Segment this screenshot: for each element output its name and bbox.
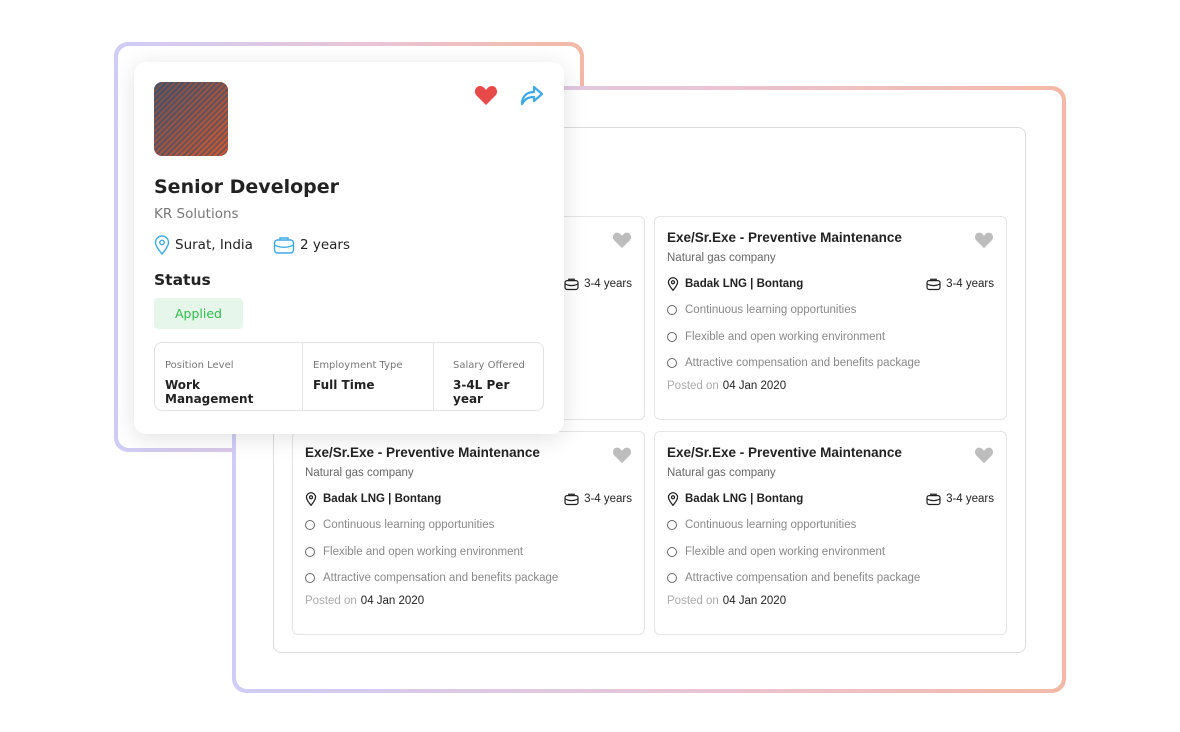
company-logo [154,82,228,156]
heart-icon[interactable] [974,446,994,469]
perk-item: Attractive compensation and benefits pac… [667,350,994,377]
perk-item: Attractive compensation and benefits pac… [305,565,632,592]
location: Surat, India [175,237,253,253]
job-card[interactable]: Exe/Sr.Exe - Preventive Maintenance Natu… [654,431,1007,635]
detail-label: Employment Type [313,360,403,371]
posted-date: 04 Jan 2020 [722,379,787,392]
circle-bullet-icon [667,520,677,531]
posted-label: Posted on [667,379,719,392]
status-badge: Applied [154,298,243,329]
job-title: Senior Developer [154,176,339,198]
posted-date: 04 Jan 2020 [722,594,787,607]
briefcase-icon [564,278,579,291]
perk-item: Continuous learning opportunities [667,297,994,324]
perk-item: Flexible and open working environment [667,324,994,351]
location-pin-icon [667,492,679,506]
job-details-table: Position Level Work Management Employment… [154,342,544,411]
perk-item: Attractive compensation and benefits pac… [667,565,994,592]
share-icon[interactable] [520,84,544,110]
experience: 2 years [299,237,351,253]
experience: 3-4 years [584,493,632,505]
featured-job-card[interactable]: Senior Developer KR Solutions Surat, Ind… [134,62,564,434]
detail-value: Work Management [165,378,254,406]
heart-icon[interactable] [974,231,994,254]
heart-icon[interactable] [612,231,632,254]
experience: 3-4 years [584,278,632,290]
circle-bullet-icon [305,546,315,557]
job-card[interactable]: Exe/Sr.Exe - Preventive Maintenance Natu… [292,431,645,635]
experience: 3-4 years [946,278,994,290]
perk-item: Flexible and open working environment [667,539,994,566]
circle-bullet-icon [305,520,315,531]
company-name: Natural gas company [305,467,414,479]
location-pin-icon [305,492,317,506]
posted-label: Posted on [667,594,719,607]
location: Badak LNG | Bontang [685,493,804,505]
perk-item: Continuous learning opportunities [305,512,632,539]
company-name: KR Solutions [154,206,239,222]
job-title: Exe/Sr.Exe - Preventive Maintenance [305,445,540,460]
circle-bullet-icon [667,305,677,316]
detail-value: 3-4L Per year [453,378,510,406]
job-title: Exe/Sr.Exe - Preventive Maintenance [667,230,902,245]
briefcase-icon [926,278,941,291]
status-heading: Status [154,271,211,289]
location-pin-icon [154,235,170,255]
circle-bullet-icon [667,358,677,369]
perk-item: Continuous learning opportunities [667,512,994,539]
perk-item: Flexible and open working environment [305,539,632,566]
experience: 3-4 years [946,493,994,505]
briefcase-icon [564,493,579,506]
company-name: Natural gas company [667,252,776,264]
location: Badak LNG | Bontang [685,278,804,290]
job-card[interactable]: Exe/Sr.Exe - Preventive Maintenance Natu… [654,216,1007,420]
circle-bullet-icon [667,573,677,584]
briefcase-icon [273,237,295,254]
heart-icon[interactable] [474,84,498,110]
circle-bullet-icon [667,546,677,557]
location: Badak LNG | Bontang [323,493,442,505]
company-name: Natural gas company [667,467,776,479]
detail-label: Salary Offered [453,360,525,371]
posted-date: 04 Jan 2020 [360,594,425,607]
posted-label: Posted on [305,594,357,607]
location-pin-icon [667,277,679,291]
circle-bullet-icon [305,573,315,584]
detail-value: Full Time [313,378,375,392]
job-title: Exe/Sr.Exe - Preventive Maintenance [667,445,902,460]
detail-label: Position Level [165,360,234,371]
heart-icon[interactable] [612,446,632,469]
briefcase-icon [926,493,941,506]
circle-bullet-icon [667,331,677,342]
